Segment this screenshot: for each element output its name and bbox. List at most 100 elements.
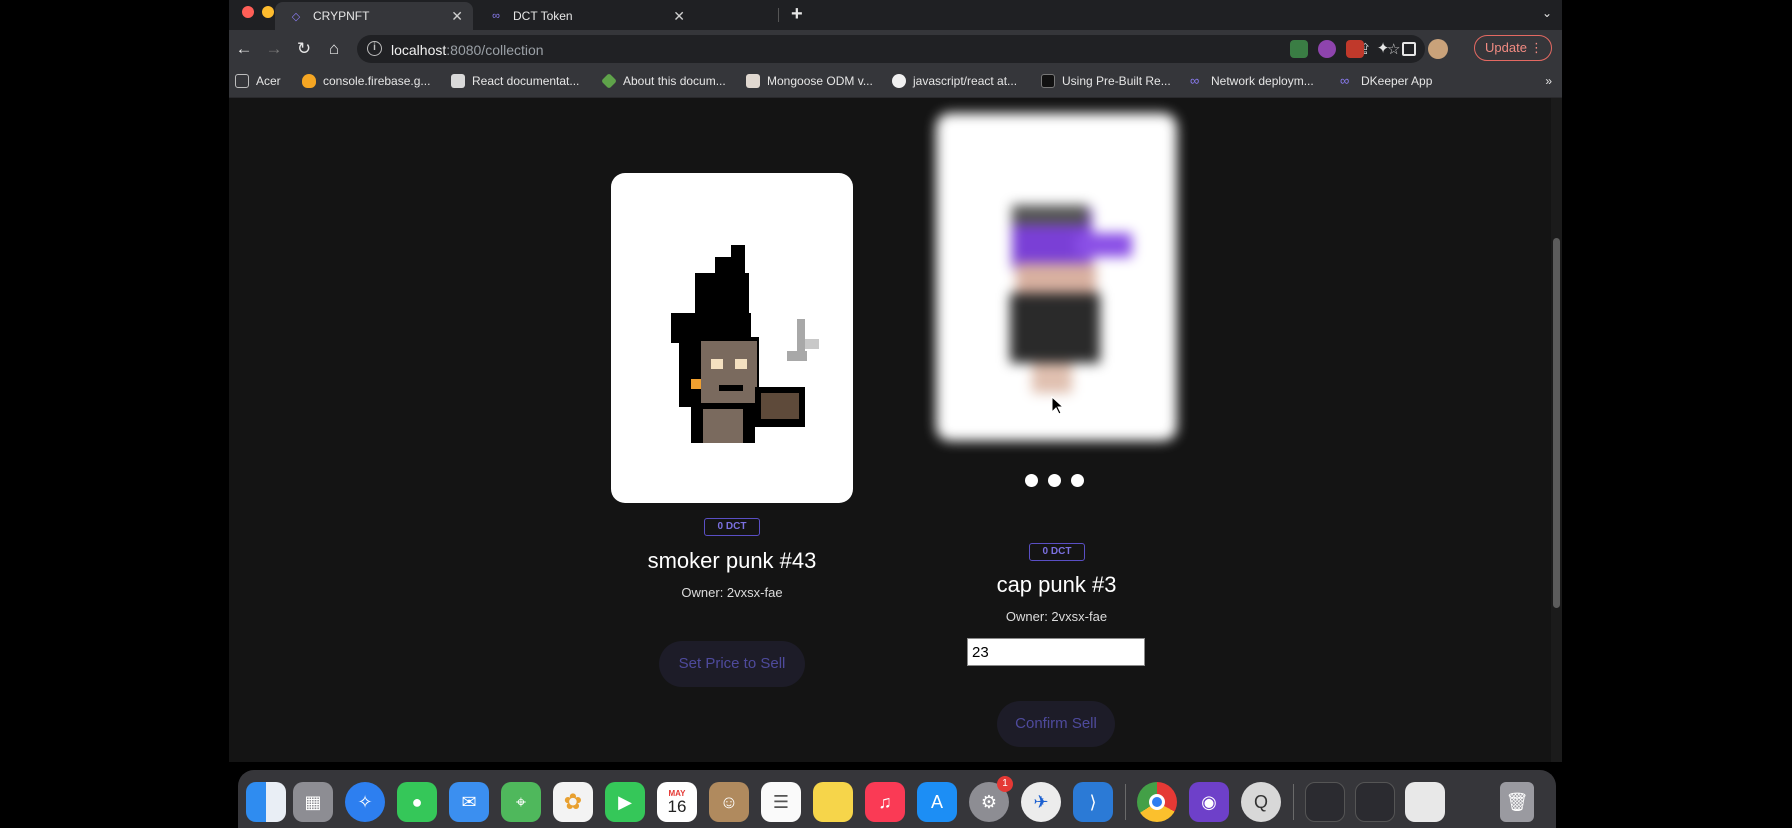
extension-red-icon[interactable] — [1346, 40, 1364, 58]
infinity-icon: ∞ — [1190, 73, 1200, 88]
settings-badge: 1 — [997, 776, 1013, 792]
nft-image-smoker-punk[interactable] — [611, 173, 853, 503]
bookmark-label: console.firebase.g... — [323, 74, 431, 88]
price-input[interactable] — [967, 638, 1145, 666]
nft-name: cap punk #3 — [996, 572, 1117, 597]
app-store-icon[interactable]: A — [917, 782, 957, 822]
chevron-down-icon[interactable]: ⌄ — [1542, 6, 1552, 20]
tab-dct-token[interactable]: ∞ DCT Token ✕ — [475, 2, 695, 30]
back-button[interactable]: ← — [233, 38, 255, 60]
reload-button[interactable]: ↻ — [293, 38, 315, 60]
photos-icon[interactable]: ✿ — [553, 782, 593, 822]
bookmark-github-react[interactable]: javascript/react at... — [892, 74, 1017, 88]
document-icon — [451, 74, 465, 88]
minimized-window-3[interactable] — [1405, 782, 1445, 822]
bookmark-about-doc[interactable]: About this docum... — [601, 73, 726, 89]
vscode-icon[interactable]: ⟩ — [1073, 782, 1113, 822]
trash-icon[interactable]: 🗑 — [1500, 782, 1534, 822]
price-badge: 0 DCT — [1029, 543, 1085, 561]
forward-button[interactable]: → — [263, 38, 285, 60]
extension-purple-icon[interactable] — [1318, 40, 1336, 58]
more-vertical-icon[interactable]: ⋮ — [1530, 36, 1543, 60]
contacts-icon[interactable]: ☺ — [709, 782, 749, 822]
avatar[interactable] — [1428, 39, 1448, 59]
minimize-window-button[interactable] — [262, 6, 274, 18]
confirm-sell-button[interactable]: Confirm Sell — [997, 701, 1115, 747]
collection-page: 0 DCT smoker punk #43 Owner: 2vxsx-fae S… — [229, 98, 1551, 762]
mail-icon[interactable]: ✉ — [449, 782, 489, 822]
price-badge: 0 DCT — [704, 518, 760, 536]
info-icon[interactable]: i — [367, 41, 382, 56]
xcode-instruments-icon[interactable]: ✈ — [1021, 782, 1061, 822]
update-label: Update — [1485, 40, 1527, 55]
bookmark-acer[interactable]: Acer — [235, 74, 281, 88]
url-path: :8080/collection — [446, 42, 544, 58]
smoker-punk-pixel-art — [671, 245, 819, 443]
close-tab-icon[interactable]: ✕ — [673, 8, 685, 25]
github-desktop-icon[interactable]: ◉ — [1189, 782, 1229, 822]
update-button[interactable]: Update ⋮ — [1474, 35, 1552, 61]
quicktime-icon[interactable]: Q — [1241, 782, 1281, 822]
maps-icon[interactable]: ⌖ — [501, 782, 541, 822]
address-bar[interactable]: i localhost:8080/collection ⇪ ☆ — [357, 35, 1425, 63]
tab-crypnft[interactable]: ◇ CRYPNFT ✕ — [275, 2, 473, 30]
nft-name: smoker punk #43 — [647, 548, 817, 573]
system-preferences-icon[interactable]: ⚙ 1 — [969, 776, 1013, 822]
dock-separator — [1125, 784, 1126, 820]
bookmark-react-docs[interactable]: React documentat... — [451, 74, 579, 88]
minimized-window-1[interactable] — [1305, 782, 1345, 822]
minimized-window-2[interactable] — [1355, 782, 1395, 822]
reminders-icon[interactable]: ☰ — [761, 782, 801, 822]
bookmark-label: Acer — [256, 74, 281, 88]
bookmark-label: Using Pre-Built Re... — [1062, 74, 1171, 88]
close-tab-icon[interactable]: ✕ — [451, 8, 463, 25]
bookmark-label: Mongoose ODM v... — [767, 74, 873, 88]
calendar-day: 16 — [667, 797, 687, 816]
macos-dock: ▦ ✧ ● ✉ ⌖ ✿ ▶ MAY 16 ☺ ☰ ♫ A ⚙ 1 ✈ ⟩ ◉ Q… — [238, 770, 1556, 828]
node-icon — [601, 73, 617, 89]
bookmarks-overflow-button[interactable]: » — [1545, 74, 1552, 88]
bookmark-prebuilt[interactable]: Using Pre-Built Re... — [1041, 74, 1171, 88]
url-host: localhost — [391, 42, 447, 58]
set-price-button[interactable]: Set Price to Sell — [659, 641, 805, 687]
finder-icon[interactable] — [246, 782, 286, 822]
mouse-cursor-icon — [1051, 396, 1065, 415]
browser-window: ◇ CRYPNFT ✕ ∞ DCT Token ✕ + ⌄ ← → ↻ ⌂ i … — [229, 0, 1562, 762]
nft-image-cap-punk[interactable] — [936, 113, 1177, 441]
bookmark-network-deploy[interactable]: ∞ Network deploym... — [1190, 73, 1314, 89]
chrome-icon[interactable] — [1137, 782, 1177, 822]
nft-owner: Owner: 2vxsx-fae — [681, 585, 783, 600]
bookmark-label: React documentat... — [472, 74, 580, 88]
notes-icon[interactable] — [813, 782, 853, 822]
bookmark-mongoose[interactable]: Mongoose ODM v... — [746, 74, 873, 88]
puzzle-icon[interactable]: ✦ — [1374, 40, 1392, 58]
close-window-button[interactable] — [242, 6, 254, 18]
bookmark-firebase[interactable]: console.firebase.g... — [302, 74, 430, 88]
infinity-icon: ∞ — [1340, 73, 1350, 88]
sidebar-icon[interactable] — [1402, 42, 1416, 56]
bookmark-dkeeper[interactable]: ∞ DKeeper App — [1340, 73, 1432, 89]
infinity-icon: ∞ — [492, 10, 500, 22]
messages-icon[interactable]: ● — [397, 782, 437, 822]
bookmark-label: About this docum... — [623, 74, 726, 88]
scrollbar-thumb[interactable] — [1553, 238, 1560, 608]
extension-tree-icon[interactable] — [1290, 40, 1308, 58]
mongoose-icon — [746, 74, 760, 88]
music-icon[interactable]: ♫ — [865, 782, 905, 822]
url-text[interactable]: localhost:8080/collection — [391, 42, 544, 58]
facetime-icon[interactable]: ▶ — [605, 782, 645, 822]
new-tab-button[interactable]: + — [791, 3, 803, 26]
safari-icon[interactable]: ✧ — [345, 782, 385, 822]
crypnft-icon: ◇ — [291, 10, 301, 23]
loading-dot — [1025, 474, 1038, 487]
calendar-icon[interactable]: MAY 16 — [657, 782, 697, 822]
bookmark-label: Network deploym... — [1211, 74, 1314, 88]
tab-separator — [778, 8, 779, 22]
tab-label: CRYPNFT — [313, 9, 370, 23]
cap-punk-pixel-art — [1010, 205, 1132, 393]
home-button[interactable]: ⌂ — [323, 38, 345, 60]
bookmark-label: javascript/react at... — [913, 74, 1018, 88]
loading-dot — [1048, 474, 1061, 487]
page-scrollbar[interactable] — [1551, 98, 1562, 762]
launchpad-icon[interactable]: ▦ — [293, 782, 333, 822]
